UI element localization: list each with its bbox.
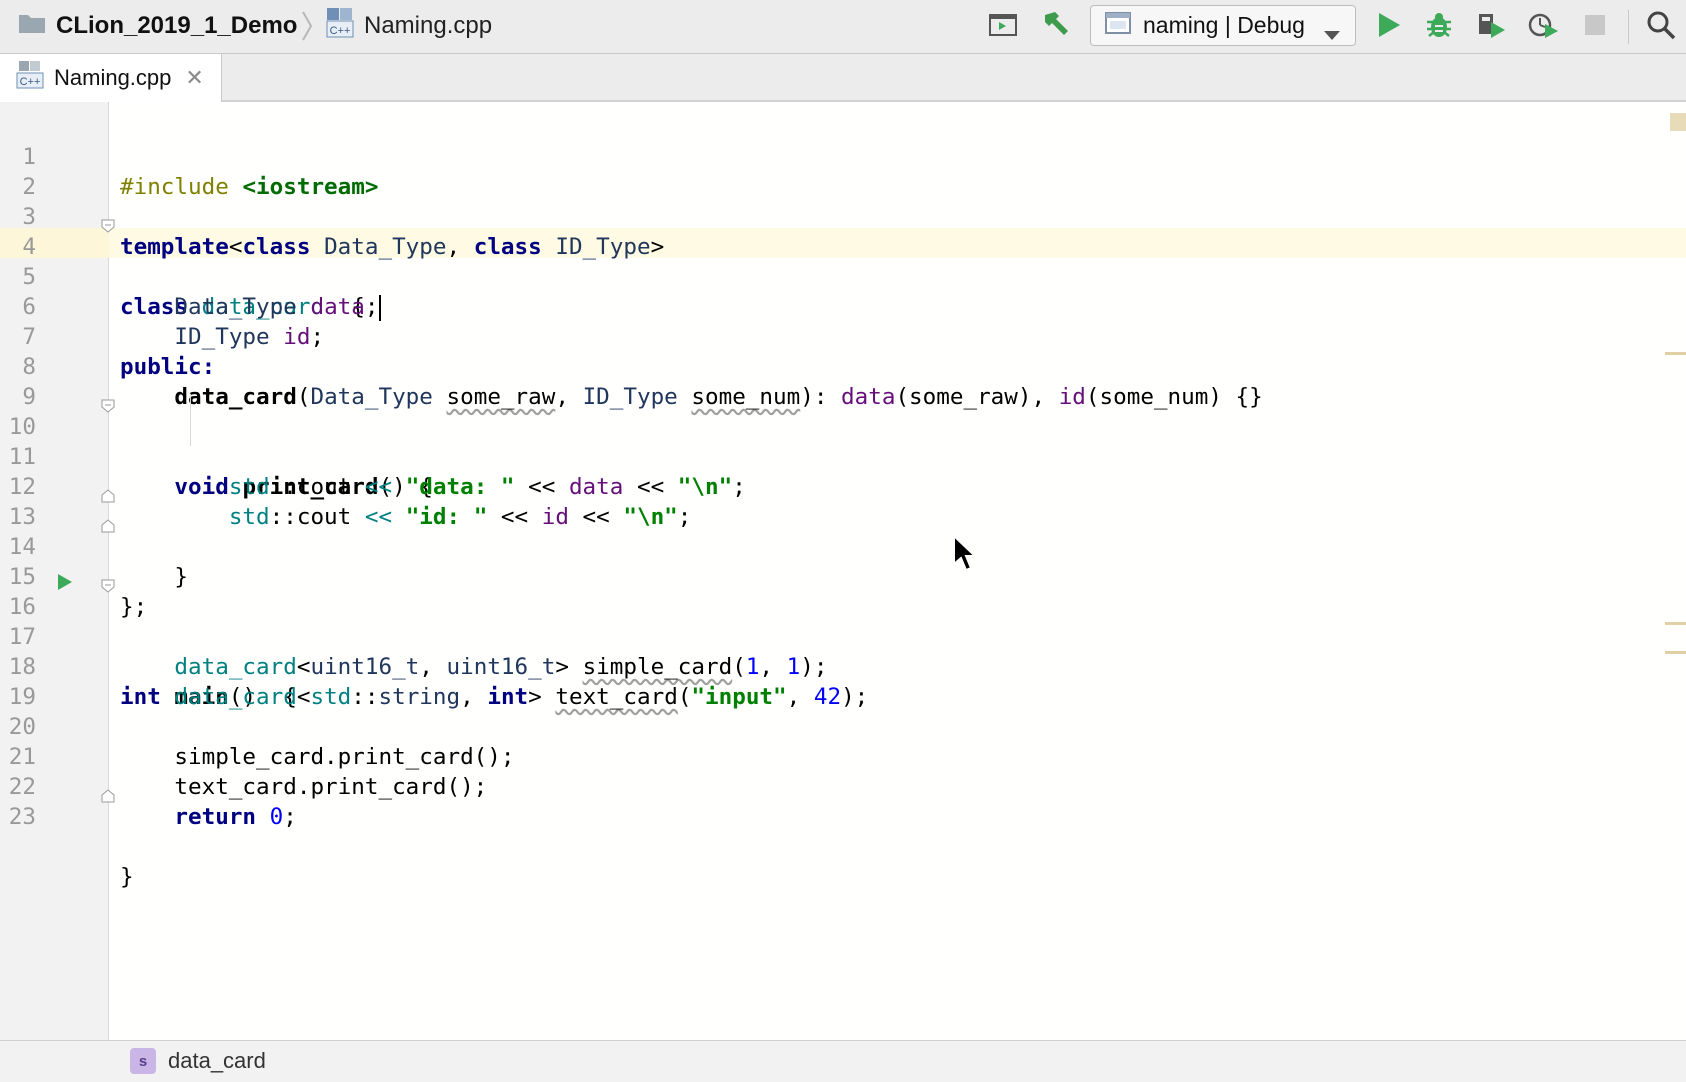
window-config-icon (1105, 11, 1131, 41)
fold-end-icon[interactable] (101, 781, 115, 811)
code-line[interactable]: 9 (0, 352, 1686, 410)
code-line[interactable]: 23 } (0, 772, 1686, 890)
stop-icon (1583, 13, 1607, 42)
structure-breadcrumb[interactable]: s data_card (130, 1048, 266, 1074)
run-icon (1376, 11, 1402, 44)
code-line[interactable]: 16 int main() { (0, 562, 1686, 710)
code-line[interactable]: 19 (0, 652, 1686, 710)
search-icon (1646, 10, 1676, 45)
navigation-bar: CLion_2019_1_Demo C++ Naming.cpp naming … (0, 0, 1686, 54)
run-configuration-selector[interactable]: naming | Debug (1090, 5, 1356, 46)
code-line[interactable]: 22 return 0; (0, 742, 1686, 830)
scroll-marker[interactable] (1665, 352, 1686, 355)
scroll-marker[interactable] (1665, 651, 1686, 654)
debug-button[interactable] (1420, 8, 1458, 46)
code-line[interactable]: 7 public: (0, 292, 1686, 380)
run-with-coverage-icon (1475, 10, 1507, 45)
code-line[interactable]: 6 ID_Type id; (0, 262, 1686, 350)
build-hammer-icon (1039, 9, 1071, 46)
code-line[interactable]: 11 std::cout << "data: " << data << "\n"… (0, 412, 1686, 500)
tab-naming-cpp[interactable]: C++ Naming.cpp ✕ (0, 54, 222, 102)
svg-text:C++: C++ (20, 76, 41, 88)
run-terminal-button[interactable] (984, 8, 1022, 46)
folder-icon (18, 12, 46, 41)
search-everywhere-button[interactable] (1642, 8, 1680, 46)
code-line-current[interactable]: 5 Data_Type data; (0, 232, 1686, 321)
svg-text:C++: C++ (330, 25, 351, 37)
structure-breadcrumb-label: data_card (168, 1048, 266, 1073)
code-lines: 1 #include <iostream> 2 3 template<class… (0, 112, 1686, 890)
close-icon[interactable]: ✕ (185, 65, 203, 91)
code-line[interactable]: 3 template<class Data_Type, class ID_Typ… (0, 172, 1686, 260)
code-line[interactable]: 14 }; (0, 502, 1686, 620)
structure-breadcrumb-bar: s data_card (0, 1040, 1686, 1082)
code-line[interactable]: 17 data_card<uint16_t, uint16_t> simple_… (0, 592, 1686, 680)
cpp-file-icon: C++ (16, 60, 44, 96)
run-with-coverage-button[interactable] (1472, 8, 1510, 46)
run-config-label: naming | Debug (1143, 12, 1305, 38)
code-line[interactable]: 4 class data_card { (0, 202, 1686, 320)
line-number: 23 (8, 804, 36, 830)
debug-icon (1424, 10, 1454, 45)
run-button[interactable] (1370, 8, 1408, 46)
code-line[interactable]: 8 data_card(Data_Type some_raw, ID_Type … (0, 322, 1686, 410)
mouse-pointer-icon (952, 533, 978, 579)
code-line[interactable]: 20 simple_card.print_card(); (0, 682, 1686, 770)
code-line[interactable]: 15 (0, 532, 1686, 590)
breadcrumb-file[interactable]: C++ Naming.cpp (326, 0, 492, 52)
code-line[interactable]: 21 text_card.print_card(); (0, 712, 1686, 800)
stop-button[interactable] (1576, 8, 1614, 46)
project-name: CLion_2019_1_Demo (56, 12, 298, 39)
code-line[interactable]: 1 #include <iostream> (0, 112, 1686, 200)
breadcrumb-project[interactable]: CLion_2019_1_Demo (18, 0, 297, 52)
inspection-status-marker[interactable] (1670, 113, 1686, 131)
chevron-right-icon (300, 6, 314, 51)
toolbar-divider (1628, 10, 1629, 44)
editor-tab-bar: C++ Naming.cpp ✕ (0, 54, 1686, 102)
code-line[interactable]: 12 std::cout << "id: " << id << "\n"; (0, 442, 1686, 530)
code-line[interactable]: 13 } (0, 472, 1686, 590)
struct-icon: s (130, 1048, 156, 1074)
indent-guide (190, 394, 191, 446)
scroll-marker[interactable] (1665, 622, 1686, 625)
profile-button[interactable] (1524, 8, 1562, 46)
code-line[interactable]: 18 data_card<std::string, int> text_card… (0, 622, 1686, 710)
build-button[interactable] (1036, 8, 1074, 46)
tab-label: Naming.cpp (54, 65, 172, 90)
terminal-run-icon (988, 12, 1018, 43)
file-name: Naming.cpp (364, 12, 493, 39)
code-line[interactable]: 10 void print_card() { (0, 382, 1686, 500)
profile-icon (1527, 10, 1559, 45)
cpp-file-icon: C++ (326, 7, 354, 46)
code-line[interactable]: 2 (0, 142, 1686, 200)
chevron-down-icon (1323, 21, 1341, 48)
